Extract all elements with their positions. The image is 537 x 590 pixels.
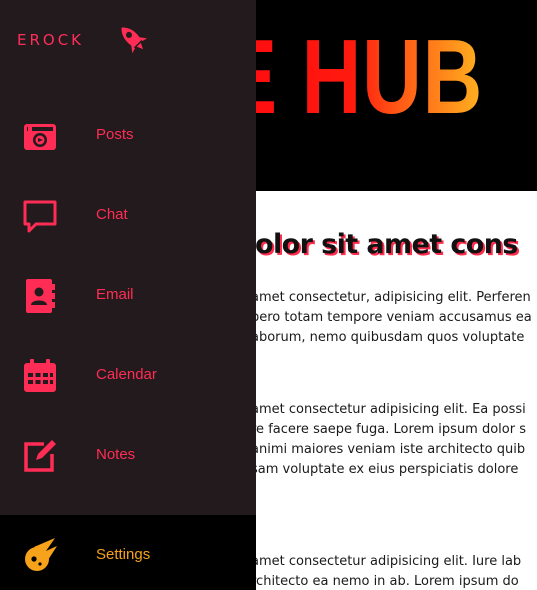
paragraph-line: re facere saepe fuga. Lorem ipsum dolor …	[251, 422, 526, 437]
sidebar-item-calendar[interactable]: Calendar	[0, 336, 256, 416]
hero-title: E HUB	[222, 14, 483, 140]
sidebar-item-notes[interactable]: Notes	[0, 416, 256, 496]
sidebar: EROCK Posts Chat Email Calendar Notes Se…	[0, 0, 256, 590]
paragraph-line: amet consectetur adipisicing elit. Iure …	[251, 554, 522, 569]
sidebar-item-label: Calendar	[96, 366, 157, 383]
paragraph-line: aborum, nemo quibusdam quos voluptate	[251, 330, 525, 345]
brand-name: EROCK	[17, 31, 85, 49]
contact-book-icon	[22, 278, 58, 314]
rocket-icon	[114, 20, 152, 58]
paragraph-line: amet consectetur adipisicing elit. Ea po…	[251, 402, 526, 417]
sidebar-item-email[interactable]: Email	[0, 256, 256, 336]
article-paragraph: amet consectetur adipisicing elit. Ea po…	[251, 400, 537, 480]
calendar-icon	[22, 358, 58, 394]
article-paragraph: amet consectetur, adipisicing elit. Perf…	[251, 288, 537, 348]
paragraph-line: sam voluptate ex eius perspiciatis dolor…	[251, 462, 519, 477]
sidebar-item-label: Chat	[96, 206, 128, 223]
chat-bubble-icon	[22, 198, 58, 234]
sidebar-item-settings[interactable]: Settings	[0, 515, 256, 590]
paragraph-line: animi maiores veniam iste architecto qui…	[251, 442, 526, 457]
sidebar-item-label: Email	[96, 286, 134, 303]
edit-note-icon	[22, 438, 58, 474]
camera-icon	[22, 118, 58, 154]
paragraph-line: bero totam tempore veniam accusamus ea	[251, 310, 532, 325]
sidebar-item-label: Settings	[96, 546, 151, 563]
paragraph-line: amet consectetur, adipisicing elit. Perf…	[251, 290, 531, 305]
sidebar-nav: Posts Chat Email Calendar Notes	[0, 96, 256, 496]
article-paragraph: amet consectetur adipisicing elit. Iure …	[251, 552, 537, 590]
brand[interactable]: EROCK	[0, 0, 256, 80]
sidebar-item-label: Posts	[96, 126, 134, 143]
paragraph-line: rchitecto ea nemo in ab. Lorem ipsum do	[251, 574, 519, 589]
sidebar-item-label: Notes	[96, 446, 136, 463]
sidebar-item-chat[interactable]: Chat	[0, 176, 256, 256]
meteor-icon	[22, 537, 58, 573]
sidebar-item-posts[interactable]: Posts	[0, 96, 256, 176]
